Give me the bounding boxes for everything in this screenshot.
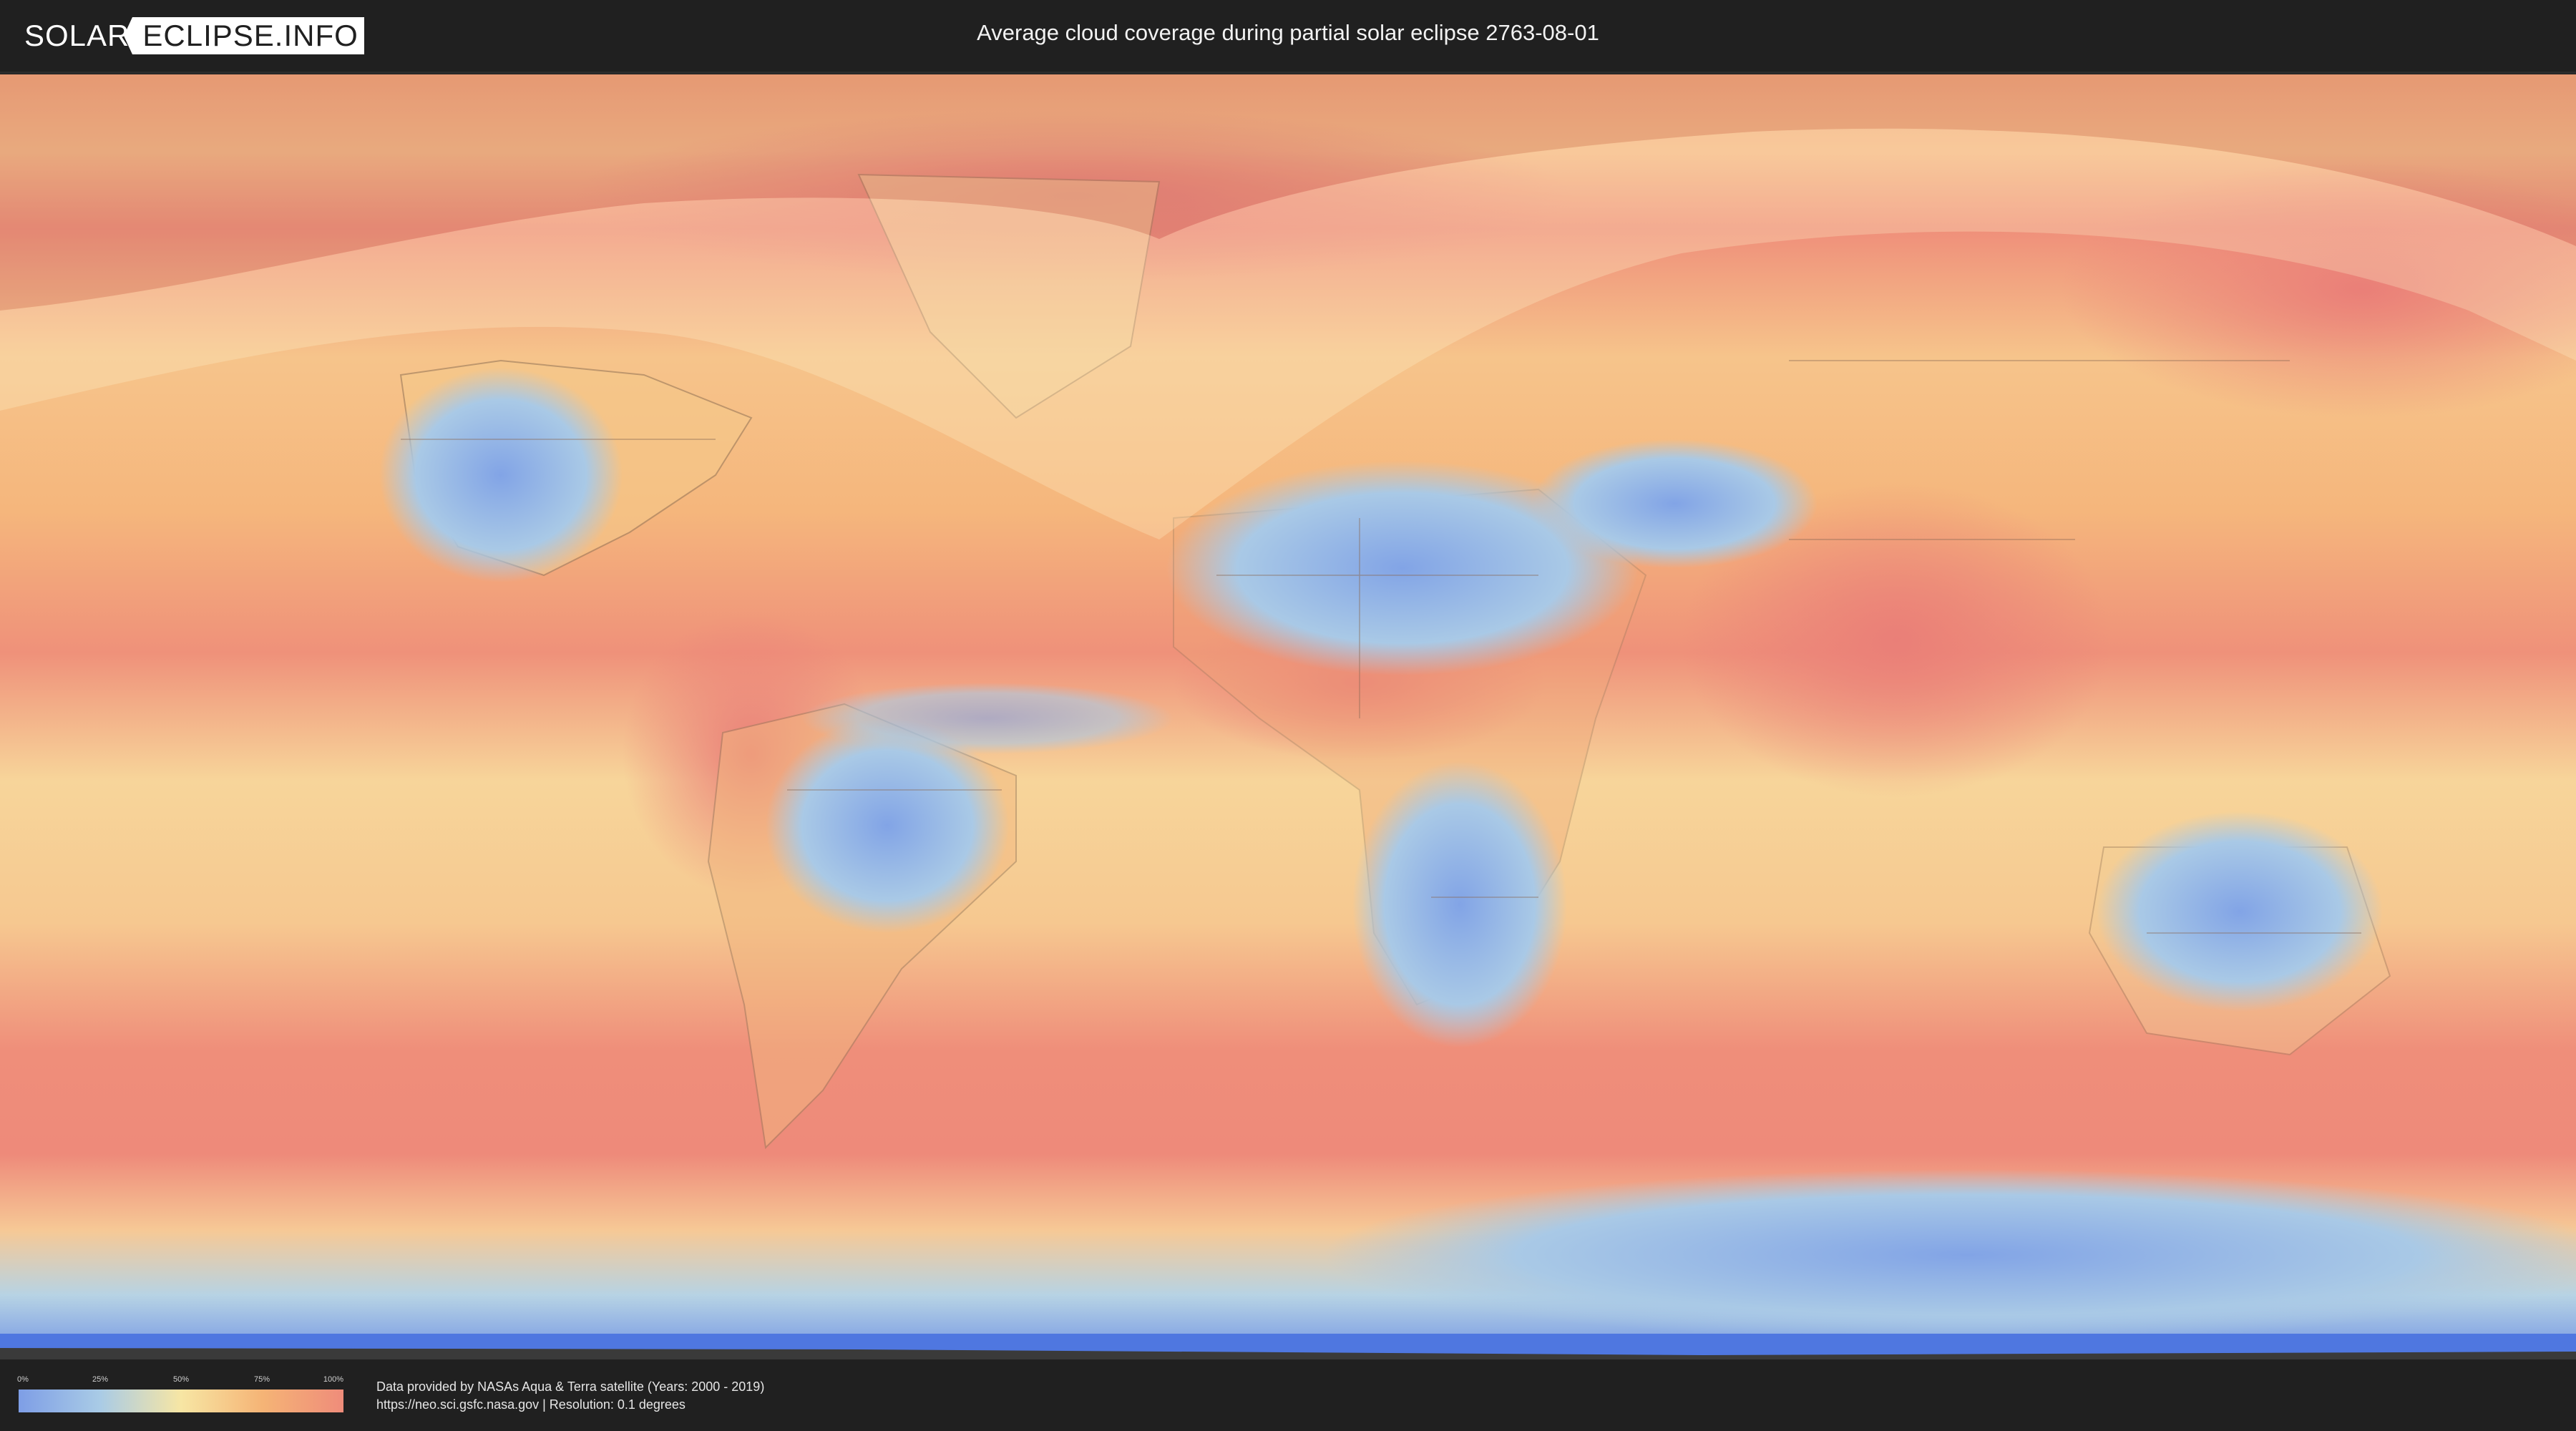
central-asia-clear-region bbox=[1531, 439, 1818, 568]
credits-line-1: Data provided by NASAs Aqua & Terra sate… bbox=[376, 1379, 765, 1394]
legend-ticks: 0% 25% 50% 75% 100% bbox=[17, 1375, 343, 1387]
legend-tick-50: 50% bbox=[172, 1375, 190, 1384]
cloud-coverage-legend: 0% 25% 50% 75% 100% bbox=[17, 1375, 343, 1412]
legend-tick-25: 25% bbox=[92, 1375, 109, 1384]
southern-africa-clear-region bbox=[1352, 761, 1567, 1047]
top-bar: SOLAR ECLIPSE.INFO Average cloud coverag… bbox=[0, 0, 2576, 74]
antarctica-clear-region bbox=[1324, 1169, 2576, 1341]
south-atlantic-clear-band bbox=[801, 683, 1174, 754]
page-title: Average cloud coverage during partial so… bbox=[977, 20, 1599, 45]
cloud-coverage-map[interactable] bbox=[0, 74, 2576, 1359]
world-map-svg bbox=[0, 74, 2576, 1359]
credits-line-2[interactable]: https://neo.sci.gsfc.nasa.gov | Resoluti… bbox=[376, 1396, 764, 1414]
legend-tick-75: 75% bbox=[253, 1375, 270, 1384]
footer: 0% 25% 50% 75% 100% Data provided by NAS… bbox=[0, 1359, 2576, 1431]
legend-color-bar bbox=[19, 1390, 343, 1412]
data-credits: Data provided by NASAs Aqua & Terra sate… bbox=[376, 1378, 764, 1414]
western-us-clear-region bbox=[379, 368, 623, 582]
australia-clear-region bbox=[2097, 811, 2383, 1012]
legend-tick-100: 100% bbox=[323, 1375, 344, 1384]
legend-tick-0: 0% bbox=[17, 1375, 29, 1384]
